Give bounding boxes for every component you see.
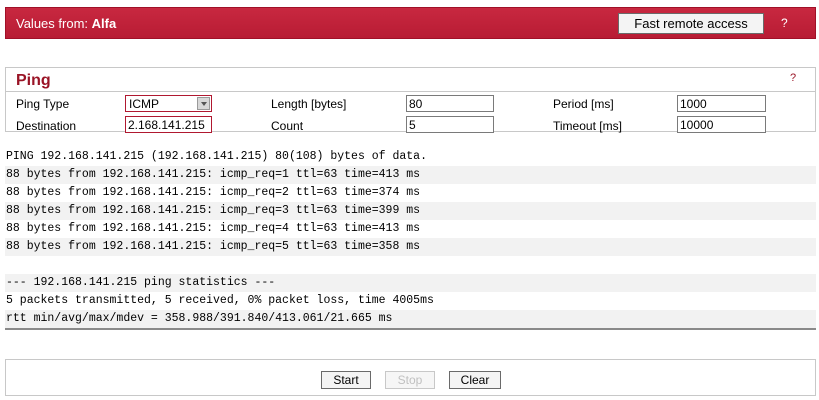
length-input[interactable] [406, 95, 494, 112]
count-input[interactable] [406, 116, 494, 133]
start-button[interactable]: Start [321, 371, 371, 389]
device-name: Alfa [91, 16, 117, 31]
output-line: 88 bytes from 192.168.141.215: icmp_req=… [5, 166, 816, 184]
period-label: Period [ms] [553, 97, 614, 111]
stop-button[interactable]: Stop [385, 371, 435, 389]
output-line: rtt min/avg/max/mdev = 358.988/391.840/4… [5, 310, 816, 328]
output-line: 88 bytes from 192.168.141.215: icmp_req=… [5, 202, 816, 220]
output-line: 88 bytes from 192.168.141.215: icmp_req=… [5, 238, 816, 256]
output-line: --- 192.168.141.215 ping statistics --- [5, 274, 816, 292]
output-divider [5, 328, 816, 330]
ping-type-label: Ping Type [16, 97, 70, 111]
ping-output: PING 192.168.141.215 (192.168.141.215) 8… [5, 148, 816, 348]
ping-panel-header: Ping ? [6, 68, 815, 92]
action-bar: Start Stop Clear [5, 359, 816, 396]
count-label: Count [271, 119, 304, 133]
header-help-icon[interactable]: ? [781, 16, 788, 30]
output-line: 88 bytes from 192.168.141.215: icmp_req=… [6, 186, 421, 199]
length-label: Length [bytes] [271, 97, 347, 111]
destination-input[interactable] [125, 116, 212, 133]
ping-panel: Ping ? Ping Type ICMP Destination Length… [5, 67, 816, 133]
ping-type-select[interactable]: ICMP [125, 95, 212, 112]
output-line: 88 bytes from 192.168.141.215: icmp_req=… [6, 222, 421, 235]
clear-button[interactable]: Clear [449, 371, 501, 389]
timeout-label: Timeout [ms] [553, 119, 622, 133]
output-line: 5 packets transmitted, 5 received, 0% pa… [6, 294, 434, 307]
ping-help-icon[interactable]: ? [790, 72, 796, 84]
fast-remote-access-button[interactable]: Fast remote access [618, 13, 764, 34]
chevron-down-icon[interactable] [197, 97, 210, 110]
header-title: Values from: Alfa [16, 16, 116, 31]
destination-label: Destination [16, 119, 77, 133]
ping-type-value: ICMP [129, 97, 159, 111]
values-header-bar: Values from: Alfa Fast remote access ? [5, 7, 816, 39]
output-line: PING 192.168.141.215 (192.168.141.215) 8… [6, 150, 427, 163]
ping-title: Ping [16, 72, 51, 89]
period-input[interactable] [677, 95, 766, 112]
header-title-prefix: Values from: [16, 16, 89, 31]
timeout-input[interactable] [677, 116, 766, 133]
